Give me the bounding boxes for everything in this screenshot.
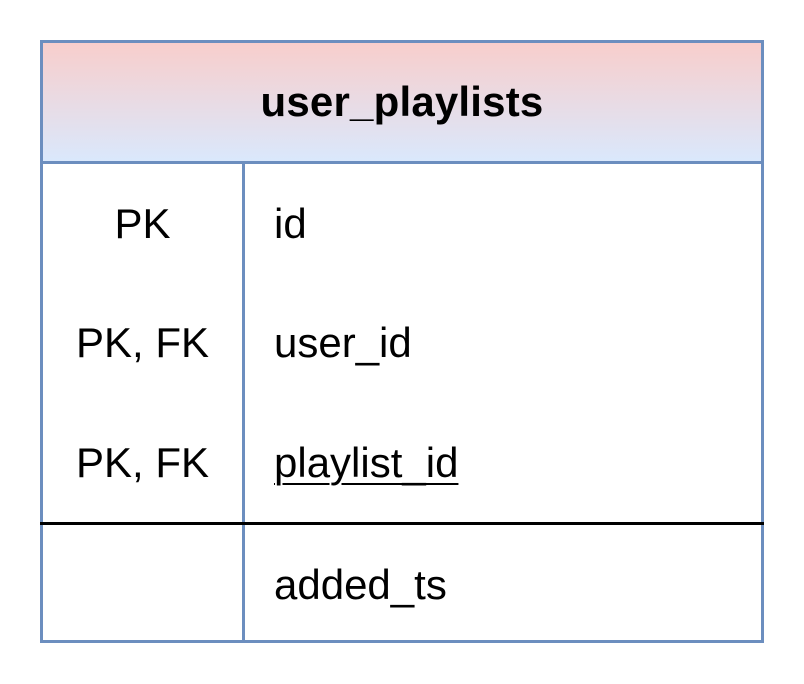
entity-table-user-playlists[interactable]: user_playlists PK id PK, FK user_id PK, …	[40, 40, 764, 643]
row-field-name: id	[274, 199, 307, 247]
table-row: PK, FK user_id	[43, 283, 761, 402]
entity-header: user_playlists	[43, 43, 761, 164]
row-field-name: user_id	[274, 318, 412, 366]
row-field-name: added_ts	[274, 560, 447, 608]
table-row: added_ts	[43, 525, 761, 644]
row-field-name: playlist_id	[274, 438, 459, 486]
entity-title: user_playlists	[260, 78, 544, 125]
row-key-label: PK	[114, 199, 171, 247]
table-row: PK, FK playlist_id	[43, 403, 761, 522]
row-key-label: PK, FK	[75, 318, 210, 366]
row-key-label: PK, FK	[75, 438, 210, 486]
row-key-label	[43, 525, 242, 644]
table-row: PK id	[43, 164, 761, 283]
